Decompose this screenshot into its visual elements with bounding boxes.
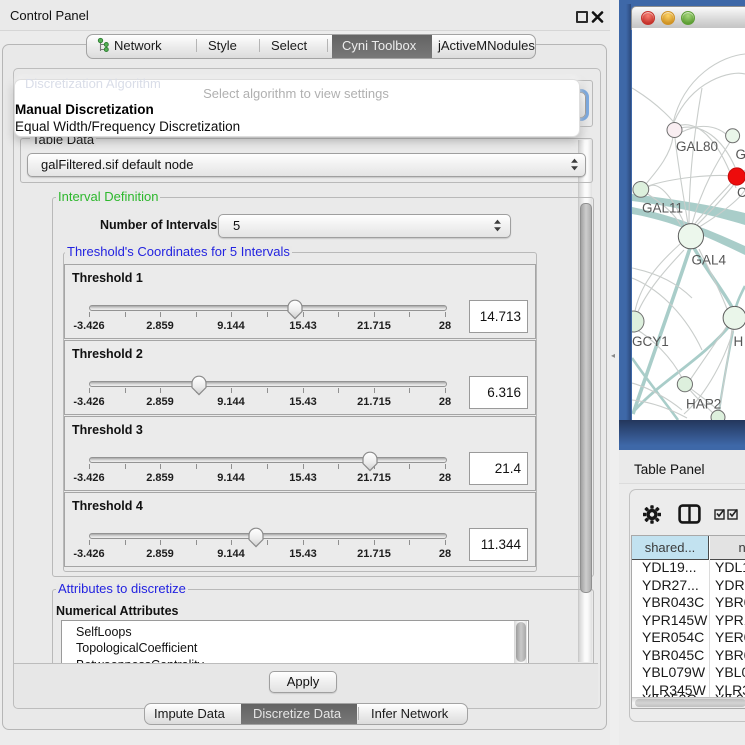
svg-text:GA: GA bbox=[736, 147, 745, 162]
svg-text:H: H bbox=[734, 334, 744, 349]
svg-text:GCY1: GCY1 bbox=[632, 334, 669, 349]
svg-text:GAL11: GAL11 bbox=[642, 201, 683, 216]
svg-text:HAP2: HAP2 bbox=[686, 397, 721, 412]
svg-text:C: C bbox=[737, 185, 745, 200]
svg-text:GAL4: GAL4 bbox=[692, 253, 727, 268]
svg-text:GAL80: GAL80 bbox=[676, 139, 718, 154]
